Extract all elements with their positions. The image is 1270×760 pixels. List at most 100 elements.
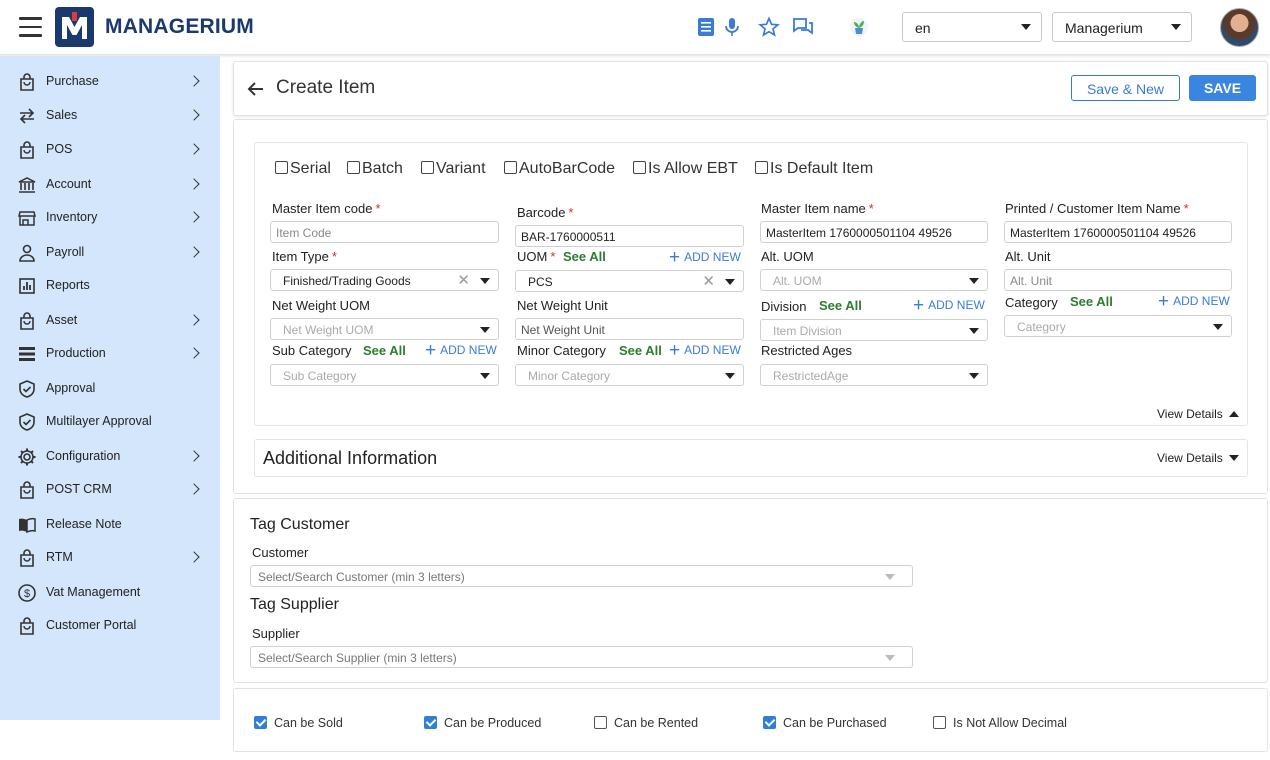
sidebar-item-label: Reports [46, 278, 90, 292]
customer-search-select[interactable]: Select/Search Customer (min 3 letters) [250, 565, 913, 587]
additional-information-panel[interactable]: Additional Information View Details [254, 439, 1248, 477]
supplier-label: Supplier [252, 626, 300, 641]
division-select[interactable]: Item Division [760, 319, 988, 341]
category-select[interactable]: Category [1004, 315, 1232, 337]
caret-up-icon [1228, 411, 1239, 417]
sidebar-item-post-crm[interactable]: POST CRM [0, 475, 220, 505]
sidebar-item-approval[interactable]: Approval [0, 374, 220, 404]
clear-icon[interactable]: ✕ [702, 272, 715, 290]
uom-see-all-link[interactable]: See All [563, 249, 606, 264]
chevron-right-icon [188, 143, 200, 155]
view-details-toggle[interactable]: View Details [1157, 407, 1239, 421]
sidebar-item-payroll[interactable]: Payroll [0, 238, 220, 268]
uom-select[interactable]: PCS ✕ [515, 270, 744, 292]
minor-category-add-new-button[interactable]: + ADD NEW [669, 340, 741, 362]
sidebar-item-pos[interactable]: POS [0, 135, 220, 165]
category-add-new-button[interactable]: + ADD NEW [1158, 291, 1230, 313]
chevron-right-icon [188, 211, 200, 223]
shield-check-icon [19, 413, 35, 431]
category-see-all-link[interactable]: See All [1070, 294, 1113, 309]
master-item-name-label: Master Item name * [761, 201, 874, 216]
can-be-purchased-checkbox[interactable]: Can be Purchased [763, 716, 887, 730]
not-allow-decimal-checkbox[interactable]: Is Not Allow Decimal [933, 716, 1067, 730]
alt-uom-select[interactable]: Alt. UOM [760, 269, 988, 291]
sidebar-item-label: Account [46, 177, 92, 191]
minor-category-select[interactable]: Minor Category [515, 364, 744, 386]
division-see-all-link[interactable]: See All [819, 298, 862, 313]
checkbox-icon [755, 161, 768, 174]
sidebar-item-account[interactable]: Account [0, 170, 220, 200]
language-value: en [915, 20, 931, 36]
sub-category-select[interactable]: Sub Category [270, 364, 499, 386]
sub-category-see-all-link[interactable]: See All [363, 343, 406, 358]
supplier-search-select[interactable]: Select/Search Supplier (min 3 letters) [250, 646, 913, 668]
checkbox-icon [504, 161, 517, 174]
can-be-produced-label: Can be Produced [444, 716, 542, 730]
sidebar-item-rtm[interactable]: RTM [0, 543, 220, 573]
minor-category-see-all-link[interactable]: See All [619, 343, 662, 358]
allow-ebt-checkbox[interactable]: Is Allow EBT [633, 160, 738, 178]
restricted-ages-select[interactable]: RestrictedAge [760, 364, 988, 386]
variant-checkbox[interactable]: Variant [421, 160, 486, 178]
brand-name: MANAGERIUM [105, 15, 254, 38]
sidebar-item-configuration[interactable]: Configuration [0, 442, 220, 472]
shopping-bag-icon [20, 549, 34, 567]
stack-icon [19, 347, 35, 361]
plant-icon[interactable] [848, 16, 870, 38]
default-item-checkbox[interactable]: Is Default Item [755, 160, 873, 178]
sub-category-add-new-button[interactable]: + ADD NEW [425, 340, 497, 362]
star-icon[interactable] [758, 16, 780, 38]
can-be-produced-checkbox[interactable]: Can be Produced [424, 716, 541, 730]
sidebar-item-customer-portal[interactable]: Customer Portal [0, 611, 220, 641]
barcode-input[interactable]: BAR-1760000511 [515, 225, 744, 247]
chevron-down-icon [725, 279, 735, 285]
label-text: Printed / Customer Item Name [1005, 201, 1181, 216]
can-be-sold-checkbox[interactable]: Can be Sold [254, 716, 343, 730]
tag-supplier-title: Tag Supplier [250, 596, 339, 613]
sidebar-item-vat-management[interactable]: $ Vat Management [0, 578, 220, 608]
sidebar-item-label: Multilayer Approval [46, 414, 152, 428]
back-arrow-icon[interactable] [246, 79, 266, 99]
can-be-rented-checkbox[interactable]: Can be Rented [594, 716, 698, 730]
sidebar-item-label: Asset [46, 313, 78, 327]
save-button[interactable]: SAVE [1189, 75, 1256, 101]
clear-icon[interactable]: ✕ [457, 271, 470, 289]
sidebar-item-purchase[interactable]: Purchase [0, 67, 220, 97]
hamburger-menu-icon[interactable] [19, 17, 42, 37]
item-type-select[interactable]: Finished/Trading Goods ✕ [270, 269, 499, 291]
language-select[interactable]: en [902, 12, 1042, 42]
sidebar-item-inventory[interactable]: Inventory [0, 203, 220, 233]
master-item-code-input[interactable]: Item Code [270, 221, 499, 243]
chevron-right-icon [188, 551, 200, 563]
master-item-name-input[interactable]: MasterItem 1760000501104 49526 [760, 221, 988, 243]
sidebar-item-release-note[interactable]: Release Note [0, 510, 220, 540]
alt-unit-input[interactable]: Alt. Unit [1004, 269, 1232, 291]
net-weight-uom-select[interactable]: Net Weight UOM [270, 318, 499, 340]
additional-view-details-toggle[interactable]: View Details [1157, 451, 1239, 465]
sidebar-item-production[interactable]: Production [0, 339, 220, 369]
company-select[interactable]: Managerium [1052, 12, 1192, 42]
gear-icon [18, 448, 36, 466]
sidebar-item-multilayer-approval[interactable]: Multilayer Approval [0, 407, 220, 437]
autobarcode-checkbox[interactable]: AutoBarCode [504, 160, 615, 178]
microphone-icon[interactable] [721, 16, 743, 38]
sidebar-item-reports[interactable]: Reports [0, 271, 220, 301]
uom-add-new-button[interactable]: + ADD NEW [669, 247, 741, 269]
sidebar-item-asset[interactable]: Asset [0, 306, 220, 336]
chevron-down-icon [885, 574, 895, 580]
batch-checkbox[interactable]: Batch [347, 160, 403, 178]
chat-icon[interactable] [792, 16, 814, 38]
serial-checkbox[interactable]: Serial [275, 160, 331, 178]
user-avatar[interactable] [1220, 8, 1259, 47]
net-weight-unit-input[interactable]: Net Weight Unit [515, 318, 744, 340]
allow-ebt-label: Is Allow EBT [648, 160, 738, 177]
sidebar-item-sales[interactable]: Sales [0, 101, 220, 131]
plus-icon: + [425, 340, 437, 361]
notes-icon[interactable] [695, 16, 717, 38]
division-add-new-button[interactable]: + ADD NEW [913, 295, 985, 317]
sidebar-item-label: Release Note [46, 517, 122, 531]
printed-name-input[interactable]: MasterItem 1760000501104 49526 [1004, 221, 1232, 243]
save-and-new-button[interactable]: Save & New [1071, 75, 1180, 101]
view-details-label: View Details [1157, 451, 1223, 465]
can-be-sold-label: Can be Sold [274, 716, 343, 730]
